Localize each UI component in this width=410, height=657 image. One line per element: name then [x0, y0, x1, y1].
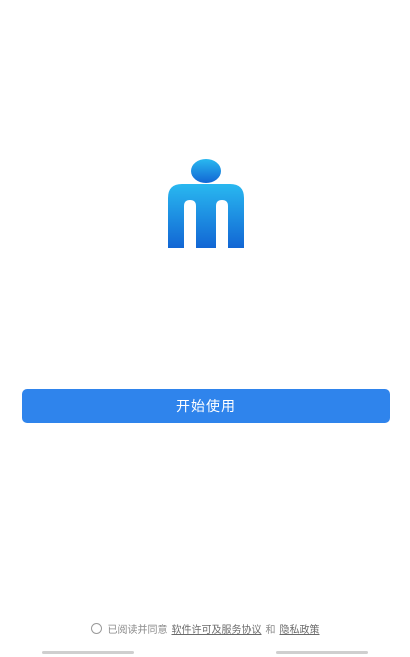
nav-bar-left [42, 651, 134, 654]
agree-radio[interactable] [90, 623, 102, 634]
agreement-conjunction: 和 [265, 625, 276, 636]
splash-screen: 开始使用 已阅读并同意 软件许可及服务协议 和 隐私政策 [0, 0, 410, 657]
app-logo-icon [168, 159, 244, 248]
privacy-policy-link[interactable]: 隐私政策 [280, 621, 320, 636]
nav-bar-right [276, 651, 368, 654]
start-button[interactable]: 开始使用 [22, 389, 390, 423]
agreement-prefix: 已阅读并同意 [107, 625, 168, 636]
agreement-row: 已阅读并同意 软件许可及服务协议 和 隐私政策 [0, 621, 410, 636]
license-agreement-link[interactable]: 软件许可及服务协议 [172, 621, 262, 636]
